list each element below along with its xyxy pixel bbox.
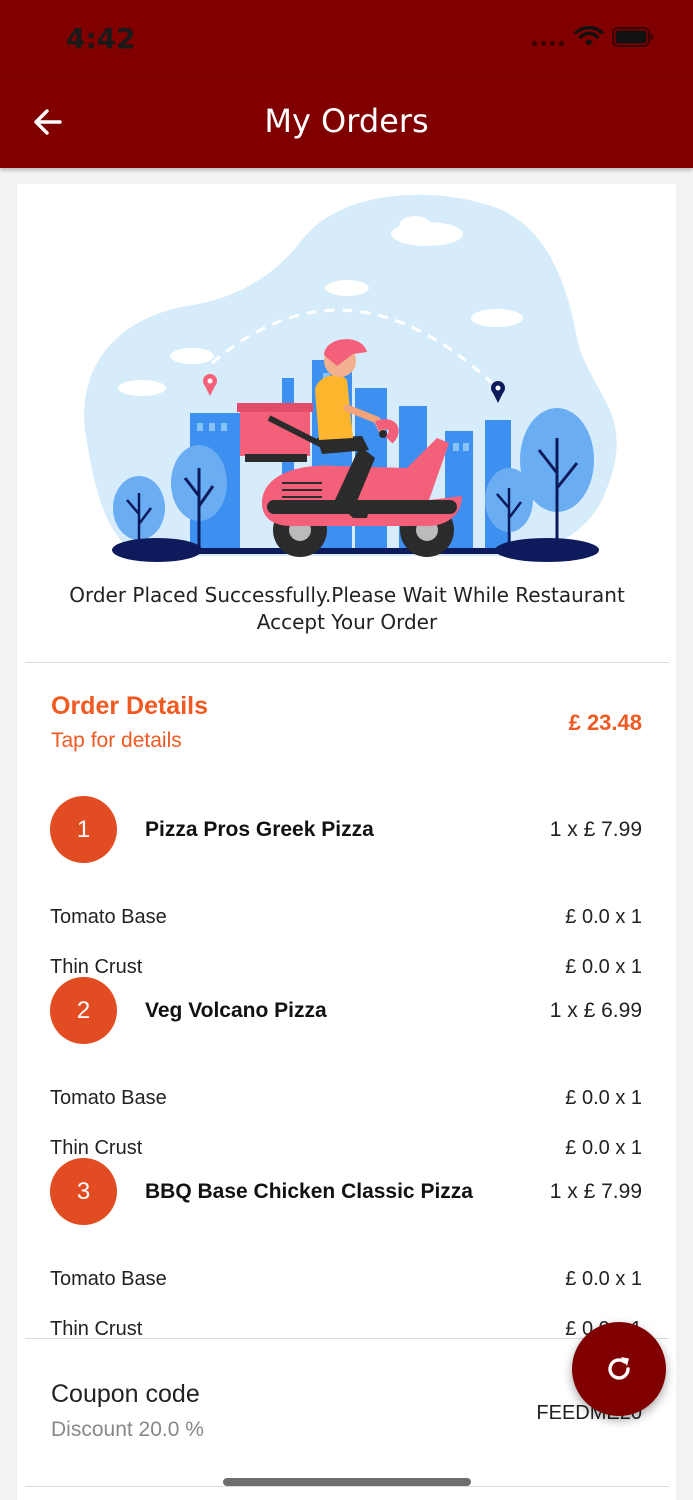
item-option-price: £ 0.0 x 1 [565, 1087, 642, 1109]
item-option-name: Thin Crust [50, 1318, 143, 1337]
divider [25, 662, 669, 663]
wifi-icon [574, 26, 604, 46]
item-option-price: £ 0.0 x 1 [565, 1268, 642, 1290]
refresh-icon [608, 1357, 630, 1380]
item-index-badge: 1 [50, 796, 117, 863]
app-bar: My Orders [0, 80, 693, 168]
item-option-name: Tomato Base [50, 906, 167, 928]
status-time: 4:42 [66, 22, 136, 55]
item-name: Pizza Pros Greek Pizza [145, 818, 374, 841]
item-option-name: Tomato Base [50, 1087, 167, 1109]
delivery-scooter-illustration [84, 194, 617, 562]
item-name: Veg Volcano Pizza [145, 999, 327, 1022]
order-items-list[interactable]: 1 Pizza Pros Greek Pizza 1 x £ 7.99 Toma… [17, 784, 676, 1337]
home-indicator[interactable] [223, 1478, 471, 1486]
item-qty-price: 1 x £ 7.99 [549, 818, 642, 841]
refresh-button[interactable] [572, 1322, 666, 1416]
tap-for-details-link[interactable]: Tap for details [51, 729, 182, 753]
coupon-discount: Discount 20.0 % [51, 1418, 204, 1441]
page-title: My Orders [264, 102, 429, 140]
item-option-name: Tomato Base [50, 1268, 167, 1290]
order-total: £ 23.48 [568, 710, 642, 735]
cellular-signal-icon [532, 41, 564, 46]
coupon-title: Coupon code [51, 1380, 200, 1408]
order-item: 3 BBQ Base Chicken Classic Pizza 1 x £ 7… [17, 1152, 676, 1337]
item-index-badge: 3 [50, 1158, 117, 1225]
divider [25, 1486, 669, 1487]
item-qty-price: 1 x £ 6.99 [549, 999, 642, 1022]
order-card: Order Placed Successfully.Please Wait Wh… [17, 184, 676, 1500]
item-name: BBQ Base Chicken Classic Pizza [145, 1180, 473, 1203]
order-details-title: Order Details [51, 692, 209, 720]
item-option-price: £ 0.0 x 1 [565, 906, 642, 928]
order-placed-message: Order Placed Successfully.Please Wait Wh… [69, 583, 625, 634]
item-index-badge: 2 [50, 977, 117, 1044]
item-qty-price: 1 x £ 7.99 [549, 1180, 642, 1203]
divider [25, 1338, 669, 1339]
order-item: 2 Veg Volcano Pizza 1 x £ 6.99 Tomato Ba… [17, 971, 676, 1159]
status-bar: 4:42 [0, 0, 693, 80]
order-item: 1 Pizza Pros Greek Pizza 1 x £ 7.99 Toma… [17, 790, 676, 978]
battery-icon [612, 27, 653, 47]
